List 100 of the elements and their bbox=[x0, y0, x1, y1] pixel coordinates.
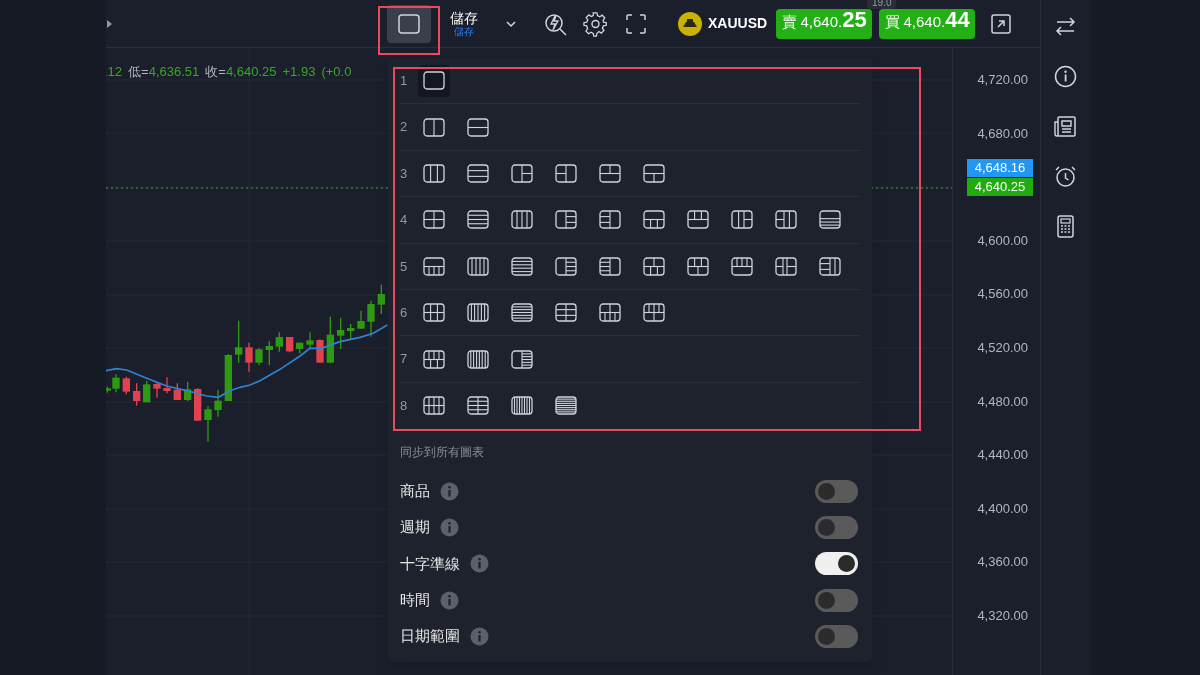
save-status-text: 儲存 bbox=[454, 26, 474, 37]
candle bbox=[224, 353, 232, 402]
settings-icon[interactable] bbox=[583, 10, 609, 37]
grid-layout-icon bbox=[467, 163, 489, 183]
grid-layout-icon bbox=[819, 256, 841, 276]
row-number: 8 bbox=[400, 397, 409, 416]
row-number: 5 bbox=[400, 257, 409, 276]
grid-layout-icon bbox=[643, 256, 665, 276]
candle bbox=[133, 382, 141, 407]
price-badge: 4,640.25 bbox=[967, 178, 1033, 196]
open-external-icon[interactable] bbox=[990, 12, 1013, 35]
candle bbox=[306, 331, 314, 349]
toggle-switch[interactable] bbox=[815, 552, 858, 576]
grid-layout-icon bbox=[423, 163, 445, 183]
option-label: 十字準線 bbox=[400, 553, 460, 574]
grid-layout-icon bbox=[511, 303, 533, 323]
row-number: 6 bbox=[400, 303, 409, 322]
candle bbox=[316, 338, 324, 364]
grid-layout-icon bbox=[599, 163, 621, 183]
candle bbox=[367, 300, 375, 338]
price-label: 4,720.00 bbox=[977, 72, 1028, 88]
row-number: 1 bbox=[400, 71, 409, 90]
grid-layout-icon bbox=[643, 210, 665, 230]
candle bbox=[153, 381, 161, 399]
grid-layout-icon bbox=[819, 210, 841, 230]
ohlc-value: +1.93 bbox=[282, 63, 316, 81]
row-number: 2 bbox=[400, 118, 409, 137]
option-label: 商品 bbox=[400, 481, 430, 501]
info-icon[interactable] bbox=[1053, 64, 1078, 89]
grid-layout-icon bbox=[423, 210, 445, 230]
ohlc-label: 收= bbox=[205, 63, 226, 81]
price-label: 4,360.00 bbox=[977, 554, 1028, 571]
grid-layout-icon bbox=[599, 210, 621, 230]
candle bbox=[173, 382, 181, 401]
grid-layout-icon bbox=[423, 117, 445, 137]
highlight-frame bbox=[378, 6, 440, 55]
toggle-switch[interactable] bbox=[815, 588, 858, 612]
toggle-switch[interactable] bbox=[815, 624, 858, 648]
grid-layout-icon bbox=[555, 303, 577, 323]
price-label: 4,600.00 bbox=[977, 232, 1028, 249]
grid-layout-icon bbox=[687, 256, 709, 276]
row-number: 4 bbox=[400, 211, 409, 230]
grid-layout-icon bbox=[467, 117, 489, 137]
candle bbox=[357, 310, 365, 330]
grid-layout-icon bbox=[467, 349, 489, 369]
square-icon bbox=[398, 13, 420, 34]
candle bbox=[286, 336, 294, 353]
layout-option[interactable] bbox=[418, 64, 450, 97]
option-label: 日期範圍 bbox=[400, 626, 460, 647]
newspaper-icon[interactable] bbox=[1053, 114, 1078, 139]
section-title: 同步到所有圖表 bbox=[400, 444, 485, 462]
alarm-clock-icon[interactable] bbox=[1053, 164, 1078, 189]
candle bbox=[122, 376, 130, 395]
grid-layout-icon bbox=[467, 303, 489, 323]
grid-layout-icon bbox=[467, 256, 489, 276]
row-number: 3 bbox=[400, 164, 409, 183]
fullscreen-icon[interactable] bbox=[625, 12, 647, 35]
toggle-switch[interactable] bbox=[815, 479, 858, 503]
candle bbox=[204, 405, 212, 443]
grid-layout-icon bbox=[599, 256, 621, 276]
candle bbox=[377, 284, 385, 315]
price-label: 4,400.00 bbox=[977, 500, 1028, 517]
ohlc-label: 低= bbox=[128, 63, 149, 81]
grid-layout-icon bbox=[511, 163, 533, 183]
grid-layout-icon bbox=[599, 303, 621, 323]
toggle-switch[interactable] bbox=[815, 516, 858, 540]
grid-layout-icon bbox=[467, 396, 489, 416]
candle bbox=[235, 320, 243, 364]
grid-layout-icon bbox=[511, 210, 533, 230]
candle bbox=[347, 323, 355, 341]
candle bbox=[326, 316, 334, 364]
grid-layout-icon bbox=[555, 396, 577, 416]
ohlc-value: 4,636.51 bbox=[148, 63, 200, 81]
price-label: 4,440.00 bbox=[977, 447, 1028, 464]
grid-layout-icon bbox=[423, 396, 445, 416]
grid-layout-icon bbox=[775, 256, 797, 276]
grid-layout-icon bbox=[643, 163, 665, 183]
symbol-name[interactable]: XAUUSD bbox=[708, 13, 768, 34]
grid-layout-icon bbox=[467, 210, 489, 230]
grid-layout-icon bbox=[731, 256, 753, 276]
candle bbox=[143, 380, 151, 403]
candle bbox=[265, 340, 273, 366]
grid-layout-icon bbox=[511, 349, 533, 369]
grid-layout-icon bbox=[511, 396, 533, 416]
save-button-label[interactable]: 儲存 bbox=[450, 10, 478, 25]
layout-button[interactable] bbox=[387, 4, 431, 43]
caret-icon[interactable] bbox=[107, 19, 112, 28]
grid-layout-icon bbox=[643, 303, 665, 323]
candle bbox=[255, 347, 263, 366]
grid-layout-icon bbox=[555, 256, 577, 276]
candle bbox=[184, 381, 192, 402]
price-label: 4,520.00 bbox=[977, 340, 1028, 356]
grid-layout-icon bbox=[731, 210, 753, 230]
grid-layout-icon bbox=[775, 210, 797, 230]
candle bbox=[163, 376, 171, 394]
chevron-down-icon[interactable] bbox=[505, 19, 517, 28]
grid-layout-icon bbox=[423, 303, 445, 323]
grid-layout-icon bbox=[423, 349, 445, 369]
candle bbox=[214, 389, 222, 418]
candle bbox=[245, 342, 253, 373]
